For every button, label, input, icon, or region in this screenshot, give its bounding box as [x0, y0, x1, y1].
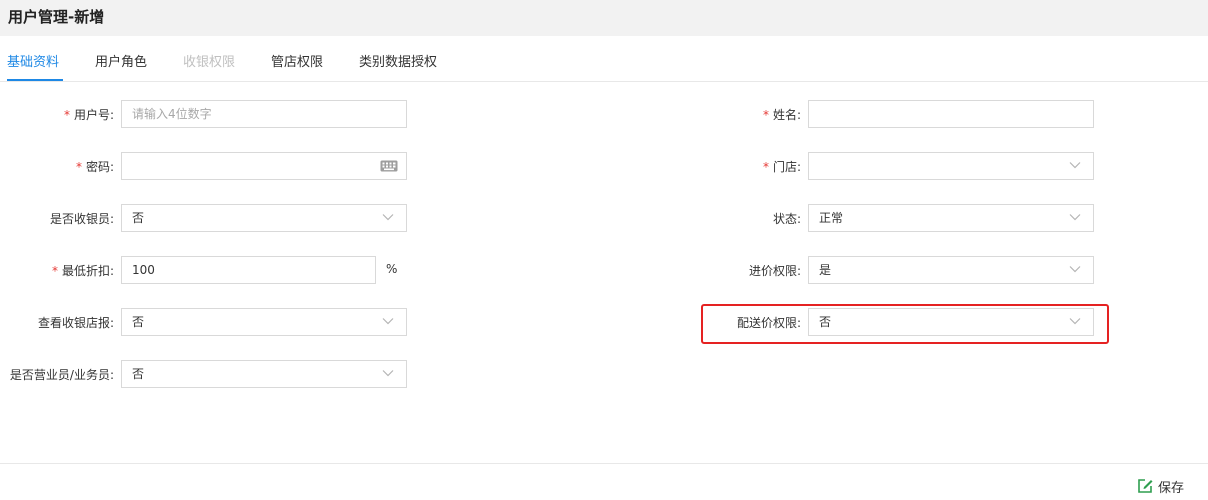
required-mark: * — [762, 160, 769, 174]
min-discount-input[interactable]: 100 — [121, 256, 376, 284]
purchase-price-perm-value: 是 — [819, 263, 832, 277]
is-salesperson-value: 否 — [132, 367, 145, 381]
tab-user-role[interactable]: 用户角色 — [95, 51, 147, 70]
password-input[interactable] — [121, 152, 407, 180]
chevron-down-icon — [382, 370, 394, 377]
footer-divider — [0, 463, 1208, 464]
delivery-price-perm-label: 配送价权限: — [736, 316, 801, 330]
save-button[interactable]: 保存 — [1136, 476, 1184, 496]
purchase-price-perm-select[interactable]: 是 — [808, 256, 1094, 284]
tab-cashier-permission: 收银权限 — [183, 55, 236, 70]
user-no-placeholder: 请输入4位数字 — [132, 107, 212, 121]
chevron-down-icon — [382, 318, 394, 325]
min-discount-label: * 最低折扣: — [51, 264, 114, 278]
chevron-down-icon — [382, 214, 394, 221]
required-mark: * — [63, 108, 70, 122]
required-mark: * — [762, 108, 769, 122]
edit-icon — [1138, 479, 1153, 493]
active-tab-indicator — [7, 79, 63, 81]
is-salesperson-select[interactable]: 否 — [121, 360, 407, 388]
is-cashier-select[interactable]: 否 — [121, 204, 407, 232]
name-input[interactable] — [808, 100, 1094, 128]
view-cashier-report-label: 查看收银店报: — [37, 316, 114, 330]
is-cashier-value: 否 — [132, 211, 145, 225]
status-select[interactable]: 正常 — [808, 204, 1094, 232]
delivery-price-perm-value: 否 — [819, 315, 832, 329]
tab-category-data-auth[interactable]: 类别数据授权 — [359, 51, 437, 70]
chevron-down-icon — [1069, 162, 1081, 169]
chevron-down-icon — [1069, 318, 1081, 325]
status-label: 状态: — [772, 212, 801, 226]
tab-store-permission[interactable]: 管店权限 — [271, 51, 323, 70]
store-select[interactable] — [808, 152, 1094, 180]
required-mark: * — [75, 160, 82, 174]
user-no-input[interactable]: 请输入4位数字 — [121, 100, 407, 128]
purchase-price-perm-label: 进价权限: — [748, 264, 801, 278]
delivery-price-perm-select[interactable]: 否 — [808, 308, 1094, 336]
password-label: * 密码: — [75, 160, 114, 174]
is-salesperson-label: 是否营业员/业务员: — [9, 368, 114, 382]
is-cashier-label: 是否收银员: — [49, 212, 114, 226]
required-mark: * — [51, 264, 58, 278]
save-label: 保存 — [1158, 480, 1185, 496]
percent-unit: % — [386, 262, 398, 276]
user-no-label: * 用户号: — [63, 108, 114, 122]
store-label: * 门店: — [762, 160, 801, 174]
min-discount-value: 100 — [132, 263, 155, 277]
status-value: 正常 — [819, 211, 844, 225]
tab-basic-info[interactable]: 基础资料 — [7, 51, 59, 70]
name-label: * 姓名: — [762, 108, 801, 122]
page-title: 用户管理-新增 — [8, 8, 105, 26]
chevron-down-icon — [1069, 266, 1081, 273]
keyboard-icon[interactable] — [380, 160, 398, 172]
view-cashier-report-value: 否 — [132, 315, 145, 329]
title-bar: 用户管理-新增 — [0, 0, 1208, 36]
view-cashier-report-select[interactable]: 否 — [121, 308, 407, 336]
chevron-down-icon — [1069, 214, 1081, 221]
tab-bar: 基础资料 用户角色 收银权限 管店权限 类别数据授权 — [0, 36, 1208, 82]
